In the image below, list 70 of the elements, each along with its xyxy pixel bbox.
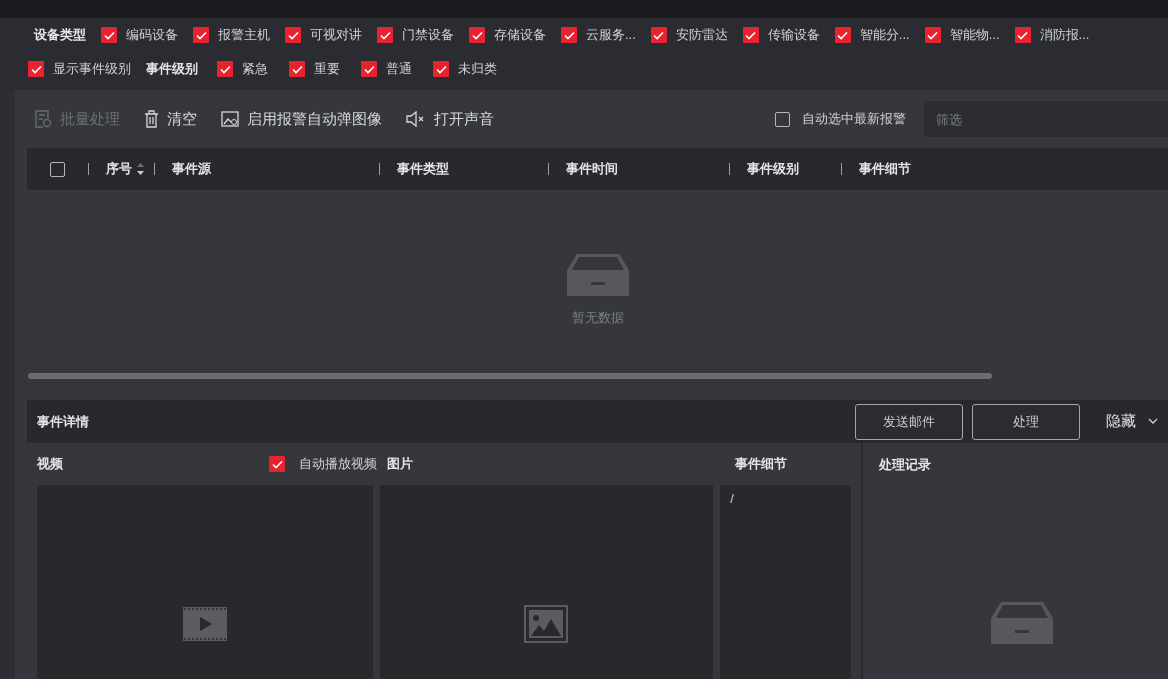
checkbox[interactable] xyxy=(377,27,393,43)
checkbox-label[interactable]: 门禁设备 xyxy=(402,25,454,45)
checkbox[interactable] xyxy=(924,27,941,43)
checkbox[interactable] xyxy=(775,111,790,127)
checkbox-label[interactable]: 显示事件级别 xyxy=(53,59,131,79)
checkbox-label[interactable]: 重要 xyxy=(314,59,340,79)
toolbar-button[interactable]: 打开声音 xyxy=(406,107,494,131)
checkbox-label[interactable]: 自动播放视频 xyxy=(299,454,377,474)
checkbox[interactable] xyxy=(217,61,233,77)
detail-text: / xyxy=(720,485,851,679)
empty-tray-icon xyxy=(564,252,631,298)
filter-label: 事件级别 xyxy=(146,60,198,79)
section-title: 事件详情 xyxy=(37,412,89,431)
checkbox-label[interactable]: 智能物... xyxy=(949,25,1000,45)
video-icon xyxy=(182,607,227,641)
checkbox-label[interactable]: 消防报... xyxy=(1039,25,1090,45)
checkbox-label[interactable]: 可视对讲 xyxy=(310,25,362,45)
checkbox-label[interactable]: 智能分... xyxy=(859,25,910,45)
checkbox-label[interactable]: 云服务... xyxy=(586,25,636,45)
toolbar-button[interactable]: 清空 xyxy=(144,107,197,131)
empty-tray-icon xyxy=(989,599,1055,646)
record-label: 处理记录 xyxy=(879,456,932,474)
column-header[interactable]: 事件源 xyxy=(172,159,211,179)
checkbox-label[interactable]: 普通 xyxy=(386,59,412,79)
checkbox[interactable] xyxy=(433,61,449,77)
action-button[interactable]: 发送邮件 xyxy=(855,403,963,440)
filter-field[interactable]: 筛选 xyxy=(924,101,1168,137)
detail-label: 事件细节 xyxy=(735,455,787,474)
batch-icon xyxy=(35,110,52,128)
action-button[interactable]: 处理 xyxy=(972,403,1080,440)
hide-link[interactable]: 隐藏 xyxy=(1106,410,1136,433)
checkbox-label[interactable]: 传输设备 xyxy=(767,25,820,45)
checkbox[interactable] xyxy=(269,456,285,472)
image-icon xyxy=(524,605,569,643)
checkbox-label[interactable]: 自动选中最新报警 xyxy=(802,109,906,129)
checkbox[interactable] xyxy=(101,27,117,43)
column-header[interactable]: 事件细节 xyxy=(859,159,911,179)
empty-state-text: 暂无数据 xyxy=(571,309,624,327)
toolbar-button[interactable]: 启用报警自动弹图像 xyxy=(221,107,382,131)
horizontal-scrollbar[interactable] xyxy=(28,373,992,379)
checkbox[interactable] xyxy=(285,27,301,43)
checkbox[interactable] xyxy=(50,161,65,177)
checkbox[interactable] xyxy=(650,27,667,43)
checkbox-label[interactable]: 编码设备 xyxy=(126,25,178,45)
column-header[interactable]: 事件类型 xyxy=(397,159,449,179)
column-header[interactable]: 序号 xyxy=(106,159,145,179)
checkbox[interactable] xyxy=(469,27,485,43)
speaker-mute-icon xyxy=(406,111,426,127)
image-label: 图片 xyxy=(387,455,414,474)
image-icon xyxy=(221,111,239,127)
filter-label: 设备类型 xyxy=(34,26,86,45)
video-label: 视频 xyxy=(37,455,64,474)
checkbox-label[interactable]: 报警主机 xyxy=(218,25,270,45)
checkbox[interactable] xyxy=(561,27,577,43)
checkbox-label[interactable]: 紧急 xyxy=(242,59,268,79)
sort-icon[interactable] xyxy=(136,161,145,177)
checkbox[interactable] xyxy=(1014,27,1031,43)
checkbox-label[interactable]: 未归类 xyxy=(458,59,497,79)
checkbox[interactable] xyxy=(361,61,377,77)
column-header[interactable]: 事件级别 xyxy=(747,159,799,179)
trash-icon xyxy=(144,110,159,128)
checkbox[interactable] xyxy=(289,61,305,77)
checkbox[interactable] xyxy=(193,27,209,43)
checkbox[interactable] xyxy=(28,61,44,77)
checkbox-label[interactable]: 存储设备 xyxy=(494,25,546,45)
chevron-down-icon[interactable] xyxy=(1148,417,1158,426)
column-header[interactable]: 事件时间 xyxy=(566,159,618,179)
checkbox[interactable] xyxy=(742,27,759,43)
checkbox[interactable] xyxy=(834,27,851,43)
checkbox-label[interactable]: 安防雷达 xyxy=(675,25,728,45)
